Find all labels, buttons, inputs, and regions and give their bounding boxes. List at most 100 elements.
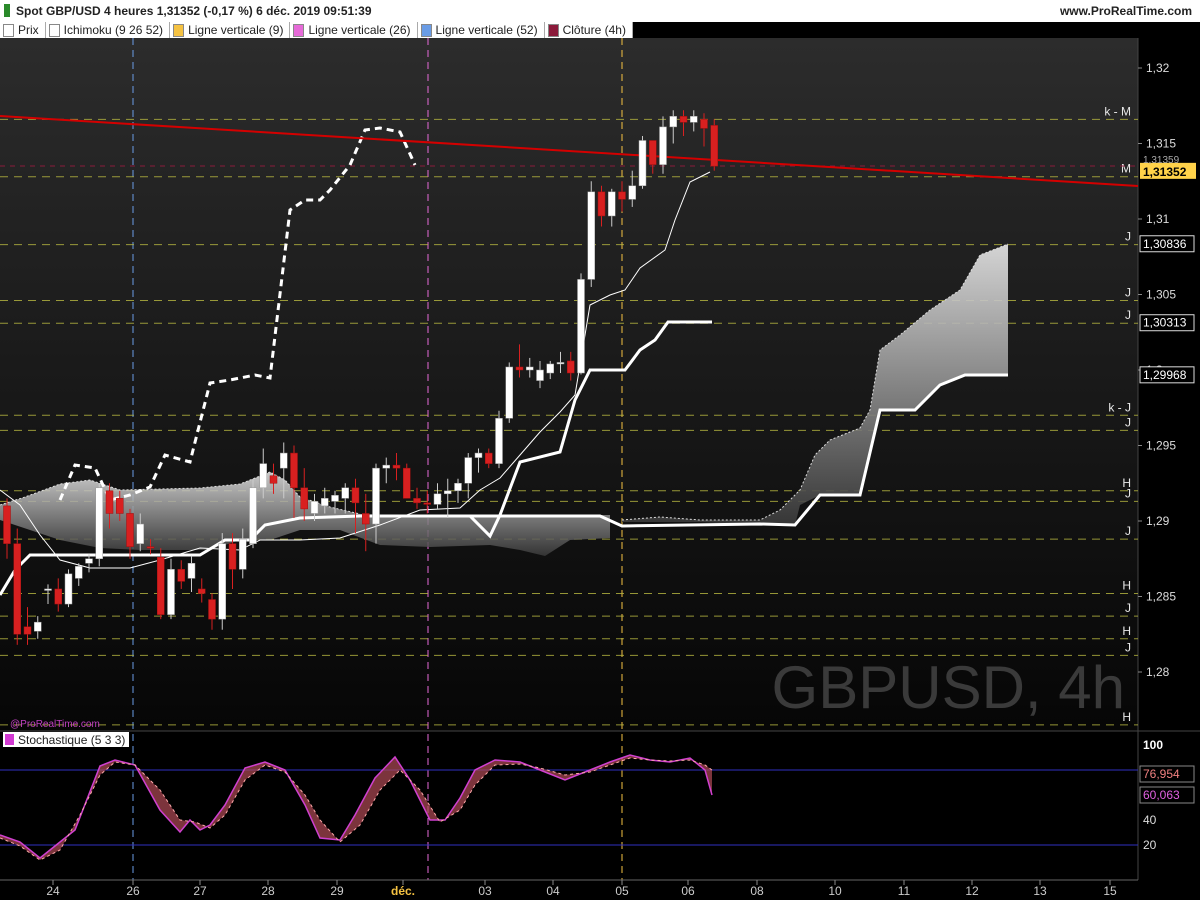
price-tick-label: 1,295 [1146,439,1176,453]
stoch-40-label: 40 [1143,813,1157,827]
candle-body [351,487,360,504]
candle-body [187,563,196,579]
candle-body [413,498,421,504]
candle-body [464,457,472,484]
legend-item-cloture[interactable]: Clôture (4h) [545,22,633,38]
price-badge-label: 1,30313 [1143,316,1187,330]
candle-body [218,543,226,620]
prt-link[interactable]: @ProRealTime.com [10,719,100,730]
stoch-k-value: 76,954 [1143,767,1180,781]
x-tick-label: 04 [546,884,560,898]
candle-body [392,464,401,469]
candle-body [515,366,524,371]
candle-body [259,463,267,489]
candle-body [423,502,431,505]
legend-bar: Prix Ichimoku (9 26 52) Ligne verticale … [0,22,633,38]
chart-title: Spot GBP/USD 4 heures 1,31352 (-0,17 %) … [16,4,372,18]
candle-body [587,191,595,280]
candle-body [126,513,134,547]
candle-body [310,501,319,514]
candle-body [649,140,657,165]
candle-body [177,569,185,582]
candle-body [167,569,175,615]
stoch-legend[interactable]: Stochastique (5 3 3) [3,732,130,747]
legend-swatch [420,23,432,37]
candle-body [608,191,616,217]
price-badge-label: 1,30836 [1143,237,1187,251]
legend-item-vline-26[interactable]: Ligne verticale (26) [290,22,418,38]
candle-body [679,116,688,123]
candle-body [136,523,144,544]
candle-body [474,452,483,458]
level-label: M [1121,162,1131,176]
x-tick-label: 28 [261,884,275,898]
price-tick-label: 1,285 [1146,590,1176,604]
candle-body [546,363,554,374]
candle-body [454,483,462,492]
price-tick-label: 1,31 [1146,212,1170,226]
stoch-level-label: 20 [1143,838,1157,852]
candle-body [290,452,298,489]
candle-body [44,588,52,591]
candle-body [403,467,411,499]
candle-body [690,116,698,123]
price-badge-label: 1,29968 [1143,368,1187,382]
candle-body [444,490,452,495]
price-tick-label: 1,28 [1146,665,1170,679]
legend-swatch [48,23,60,37]
price-badge-label: 1,31359 [1143,155,1180,166]
x-tick-label: 08 [750,884,764,898]
candle-body [85,558,93,564]
price-tick-label: 1,29 [1146,514,1170,528]
x-tick-label: 24 [46,884,60,898]
candle-body [95,487,103,559]
candle-body [157,556,165,615]
candle-body [485,452,493,464]
candle-body [331,495,339,502]
x-tick-label: 29 [330,884,344,898]
site-link[interactable]: www.ProRealTime.com [1060,4,1192,18]
legend-item-prix[interactable]: Prix [0,22,46,38]
candle-body [669,116,677,128]
candle-body [239,538,247,570]
candle-body [710,125,718,167]
legend-item-ichimoku[interactable]: Ichimoku (9 26 52) [46,22,171,38]
candle-body [13,543,21,635]
candle-body [249,487,257,544]
candle-body [700,119,708,129]
price-tick-label: 1,32 [1146,61,1170,75]
candle-body [362,513,370,525]
legend-item-vline-52[interactable]: Ligne verticale (52) [418,22,545,38]
chart-type-icon [4,4,10,17]
stoch-100-label: 100 [1143,738,1163,752]
legend-item-vline-9[interactable]: Ligne verticale (9) [170,22,291,38]
price-panel-bg [0,38,1138,731]
candle-body [628,185,636,200]
level-label: J [1125,415,1131,429]
legend-swatch [293,23,305,37]
level-label: H [1122,624,1131,638]
candle-body [64,573,73,605]
legend-swatch [3,23,14,37]
level-label: J [1125,640,1131,654]
x-tick-label: 03 [478,884,492,898]
level-label: J [1125,230,1131,244]
legend-swatch [547,23,559,37]
candle-body [34,621,42,632]
x-tick-label: 06 [681,884,695,898]
candle-body [505,366,513,419]
candle-body [75,566,83,579]
candle-body [23,626,32,635]
stoch-d-value: 60,063 [1143,788,1180,802]
x-tick-label: 27 [193,884,207,898]
candle-body [659,126,667,165]
candle-body [228,543,237,570]
candle-body [433,493,442,505]
level-label: J [1125,601,1131,615]
candle-body [597,191,606,217]
x-tick-label: 12 [965,884,979,898]
x-tick-label: déc. [391,884,415,898]
x-tick-label: 13 [1033,884,1047,898]
stoch-swatch [5,734,14,745]
candle-body [208,599,216,620]
